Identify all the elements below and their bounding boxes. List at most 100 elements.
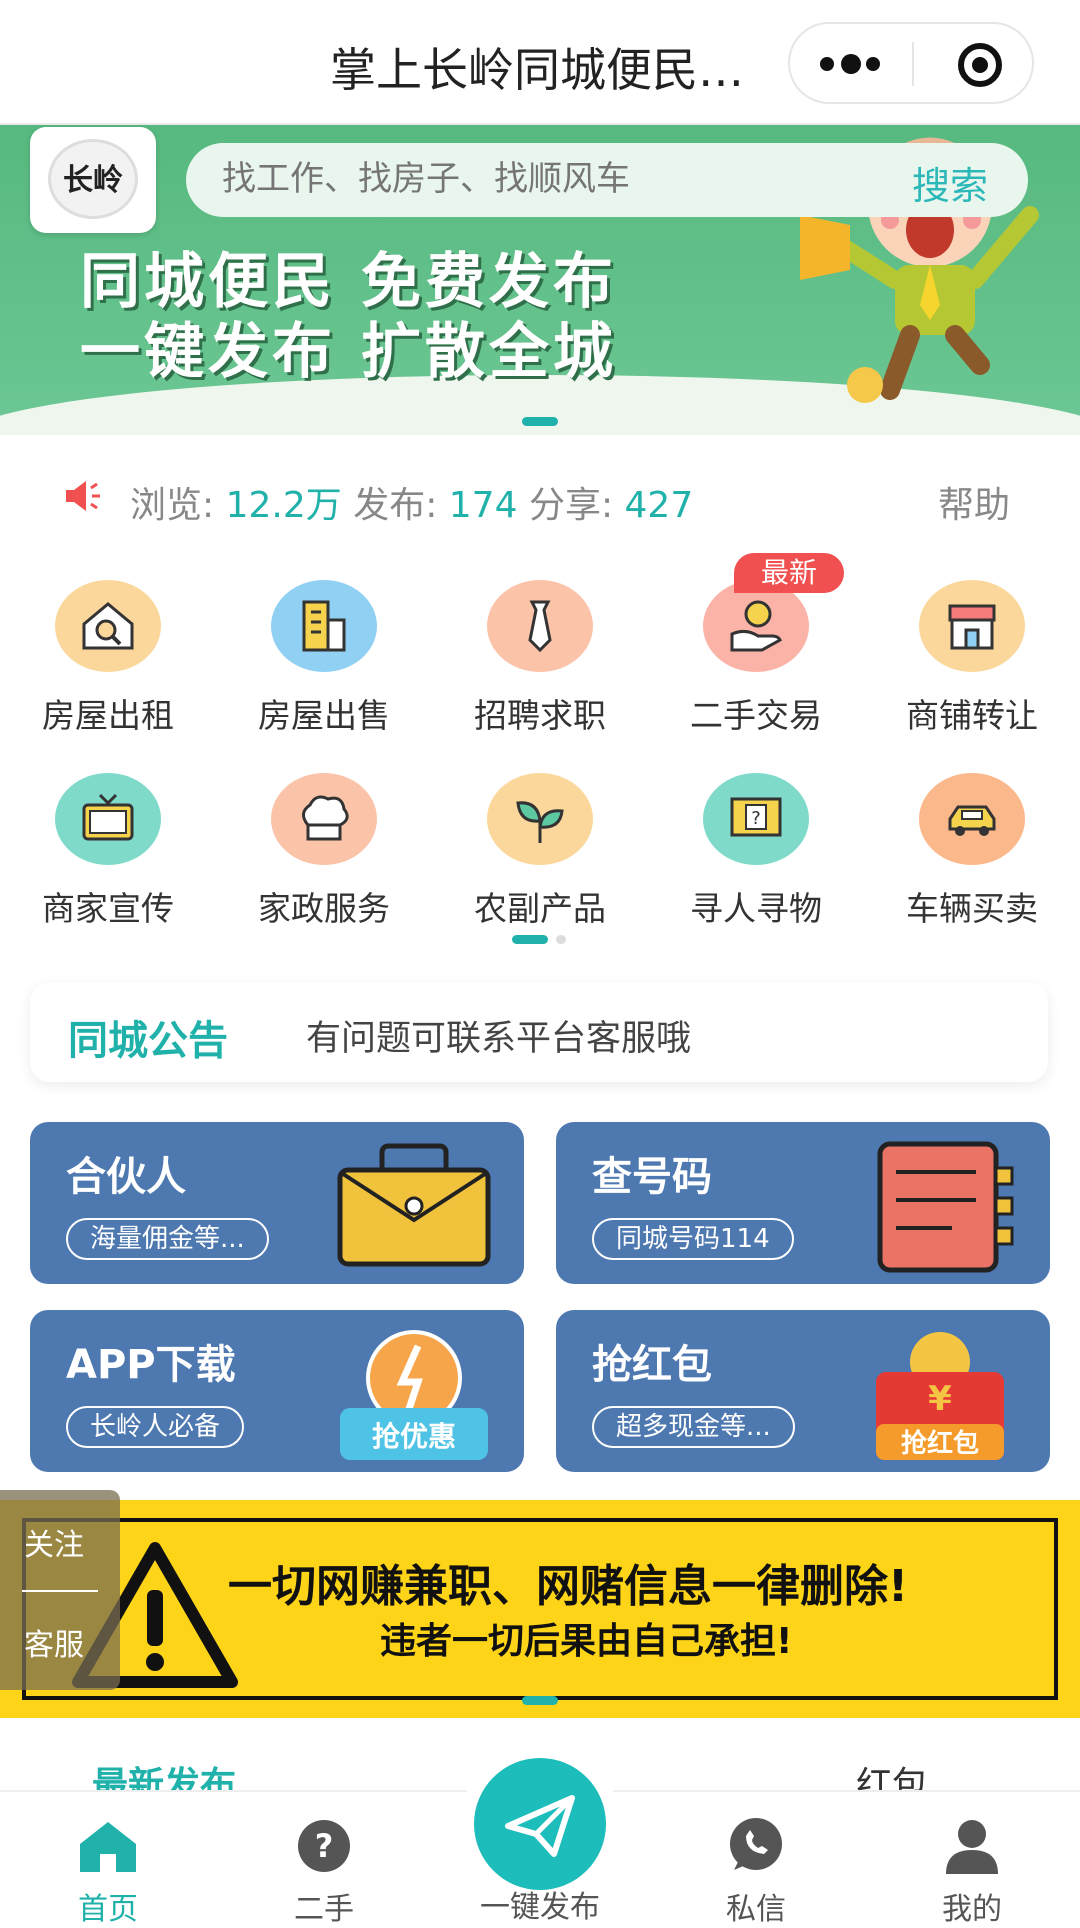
category-merchant-ads[interactable]: 商家宣传 bbox=[0, 768, 216, 948]
category-shop-transfer[interactable]: 商铺转让 bbox=[864, 575, 1080, 755]
float-divider bbox=[22, 1590, 98, 1592]
phone-lookup-card[interactable]: 查号码 同城号码114 bbox=[556, 1122, 1050, 1284]
category-label: 房屋出租 bbox=[42, 696, 174, 735]
warning-line-1: 一切网赚兼职、网赌信息一律删除! bbox=[228, 1561, 909, 1612]
new-badge: 最新 bbox=[734, 553, 844, 593]
card-title: APP下载 bbox=[66, 1342, 236, 1388]
banner-slogan-2: 一键发布 扩散全城 bbox=[80, 317, 617, 387]
coin-hand-icon bbox=[703, 580, 809, 672]
category-label: 寻人寻物 bbox=[690, 889, 822, 928]
question-icon: ? bbox=[298, 1820, 350, 1872]
category-secondhand[interactable]: 二手交易 bbox=[648, 575, 864, 755]
stats-bar: 浏览: 12.2万 发布: 174 分享: 427 帮助 bbox=[0, 470, 1080, 530]
svg-text:¥: ¥ bbox=[928, 1379, 952, 1419]
shares-label: 分享: bbox=[528, 485, 625, 526]
warning-indicator bbox=[522, 1696, 558, 1705]
card-title: 合伙人 bbox=[66, 1154, 186, 1200]
help-link[interactable]: 帮助 bbox=[938, 476, 1010, 528]
red-packet-card[interactable]: 抢红包 超多现金等... ¥ 抢红包 bbox=[556, 1310, 1050, 1472]
warning-line-2: 违者一切后果由自己承担! bbox=[380, 1621, 793, 1662]
red-packet-icon: ¥ 抢红包 bbox=[876, 1332, 1004, 1460]
category-label: 招聘求职 bbox=[474, 696, 606, 735]
close-miniapp-icon[interactable] bbox=[958, 43, 1002, 87]
tab-label: 私信 bbox=[726, 1892, 786, 1927]
category-label: 农副产品 bbox=[474, 889, 606, 928]
stats-text: 浏览: 12.2万 发布: 174 分享: 427 bbox=[130, 476, 693, 528]
svg-text:?: ? bbox=[315, 1827, 334, 1865]
category-label: 房屋出售 bbox=[258, 696, 390, 735]
chat-icon bbox=[730, 1818, 782, 1870]
building-icon bbox=[271, 580, 377, 672]
leaf-icon bbox=[487, 773, 593, 865]
tv-icon bbox=[55, 773, 161, 865]
search-bar[interactable]: 搜索 bbox=[186, 143, 1028, 217]
banner-indicator bbox=[522, 417, 558, 426]
card-subtitle: 长岭人必备 bbox=[66, 1406, 245, 1448]
more-icon[interactable] bbox=[820, 54, 882, 76]
follow-label[interactable]: 关注 bbox=[24, 1520, 84, 1564]
coupon-label: 抢优惠 bbox=[372, 1420, 456, 1453]
category-label: 家政服务 bbox=[258, 889, 390, 928]
category-housekeeping[interactable]: 家政服务 bbox=[216, 768, 432, 948]
shop-icon bbox=[919, 580, 1025, 672]
publish-label[interactable]: 一键发布 bbox=[432, 1882, 648, 1926]
search-button[interactable]: 搜索 bbox=[912, 155, 988, 210]
tab-secondhand[interactable]: ? 二手 bbox=[216, 1792, 432, 1927]
promo-banner[interactable]: 长岭 搜索 同城便民 免费发布 一键发布 扩散全城 bbox=[0, 125, 1080, 435]
home-icon bbox=[80, 1822, 136, 1872]
address-book-icon bbox=[877, 1141, 1014, 1273]
warning-banner[interactable]: 一切网赚兼职、网赌信息一律删除! 违者一切后果由自己承担! bbox=[0, 1500, 1080, 1718]
tab-label: 我的 bbox=[942, 1892, 1002, 1927]
posts-count: 174 bbox=[448, 485, 518, 526]
card-title: 查号码 bbox=[592, 1154, 712, 1200]
tab-label: 二手 bbox=[294, 1892, 354, 1927]
capsule-divider bbox=[912, 42, 914, 86]
category-label: 二手交易 bbox=[690, 696, 822, 735]
follow-service-float[interactable]: 关注 客服 bbox=[0, 1490, 120, 1690]
card-subtitle: 海量佣金等... bbox=[66, 1218, 269, 1260]
views-label: 浏览: bbox=[130, 485, 226, 526]
category-lost-found[interactable]: ? 寻人寻物 bbox=[648, 768, 864, 948]
clock-coupon-icon: 抢优惠 bbox=[340, 1330, 488, 1460]
category-farm-products[interactable]: 农副产品 bbox=[432, 768, 648, 948]
search-input[interactable] bbox=[222, 159, 782, 199]
tab-home[interactable]: 首页 bbox=[0, 1792, 216, 1927]
card-subtitle: 同城号码114 bbox=[592, 1218, 794, 1260]
category-label: 商家宣传 bbox=[42, 889, 174, 928]
category-label: 商铺转让 bbox=[906, 696, 1038, 735]
card-subtitle: 超多现金等... bbox=[592, 1406, 795, 1448]
question-card-icon: ? bbox=[703, 773, 809, 865]
announcement-message: 有问题可联系平台客服哦 bbox=[306, 1019, 692, 1059]
tab-label: 首页 bbox=[78, 1892, 138, 1927]
svg-text:?: ? bbox=[751, 808, 761, 829]
app-download-card[interactable]: APP下载 长岭人必备 抢优惠 bbox=[30, 1310, 524, 1472]
service-label[interactable]: 客服 bbox=[24, 1620, 84, 1664]
announcement-bar[interactable]: 同城公告 有问题可联系平台客服哦 bbox=[30, 982, 1048, 1082]
category-jobs[interactable]: 招聘求职 bbox=[432, 575, 648, 755]
page-title: 掌上长岭同城便民信息平台 bbox=[330, 43, 750, 97]
views-count: 12.2万 bbox=[225, 485, 342, 526]
house-search-icon bbox=[55, 580, 161, 672]
red-packet-label: 抢红包 bbox=[901, 1428, 979, 1459]
category-vehicles[interactable]: 车辆买卖 bbox=[864, 768, 1080, 948]
paper-plane-icon bbox=[505, 1795, 575, 1857]
posts-label: 发布: bbox=[353, 485, 449, 526]
nav-bar: 掌上长岭同城便民信息平台 bbox=[0, 0, 1080, 125]
shares-count: 427 bbox=[624, 485, 694, 526]
grid-page-indicator-active bbox=[512, 935, 548, 944]
tab-mine[interactable]: 我的 bbox=[864, 1792, 1080, 1927]
category-label: 车辆买卖 bbox=[906, 889, 1038, 928]
briefcase-icon bbox=[337, 1143, 491, 1267]
user-icon bbox=[946, 1820, 998, 1874]
category-house-sale[interactable]: 房屋出售 bbox=[216, 575, 432, 755]
tab-messages[interactable]: 私信 bbox=[648, 1792, 864, 1927]
grid-page-indicator bbox=[556, 935, 566, 944]
publish-button[interactable] bbox=[474, 1758, 606, 1890]
tie-icon bbox=[487, 580, 593, 672]
speaker-icon bbox=[66, 481, 100, 511]
partner-card[interactable]: 合伙人 海量佣金等... bbox=[30, 1122, 524, 1284]
car-icon bbox=[919, 773, 1025, 865]
announcement-title: 同城公告 bbox=[68, 1018, 228, 1064]
category-house-rent[interactable]: 房屋出租 bbox=[0, 575, 216, 755]
card-title: 抢红包 bbox=[592, 1342, 712, 1388]
